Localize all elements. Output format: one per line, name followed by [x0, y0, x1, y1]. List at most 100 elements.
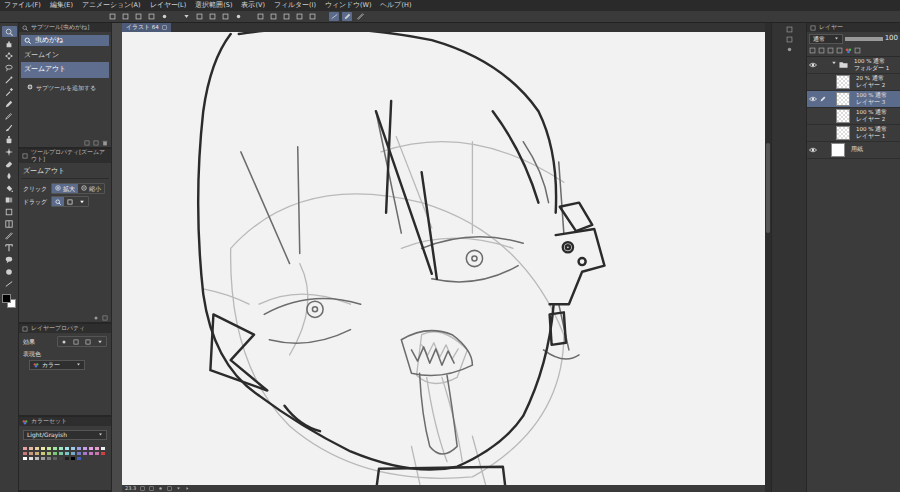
visibility-toggle[interactable]	[808, 128, 817, 137]
command-button[interactable]	[294, 12, 304, 21]
opacity-value[interactable]: 100	[885, 34, 898, 43]
tool-button[interactable]	[2, 26, 17, 37]
effect-button[interactable]	[70, 337, 82, 346]
color-swatch[interactable]	[76, 456, 82, 461]
layer-row[interactable]: 100 % 通常レイヤー 2	[807, 108, 900, 125]
color-set-select[interactable]: Light/Grayish	[23, 430, 107, 440]
layer-name: レイヤー 3	[856, 99, 887, 106]
effect-button[interactable]	[94, 337, 106, 346]
subtool-item[interactable]: ズームイン	[21, 49, 109, 62]
palette-icon	[33, 362, 39, 368]
command-button[interactable]	[133, 12, 143, 21]
effect-button[interactable]	[82, 337, 94, 346]
visibility-toggle[interactable]	[808, 94, 817, 103]
drag-option[interactable]	[76, 197, 88, 206]
tool-button[interactable]	[2, 86, 17, 97]
tool-button[interactable]	[2, 278, 17, 289]
layer-thumbnail	[836, 109, 850, 123]
add-subtool-button[interactable]: サブツールを追加する	[21, 78, 109, 98]
effect-label: 効果	[23, 338, 47, 346]
command-button[interactable]	[159, 12, 169, 21]
tool-button[interactable]	[2, 38, 17, 49]
dropdown-arrow-icon	[76, 362, 81, 367]
tool-button[interactable]	[2, 266, 17, 277]
menu-item[interactable]: ファイル(F)	[4, 1, 41, 9]
command-button[interactable]	[194, 12, 204, 21]
command-button[interactable]	[207, 12, 217, 21]
click-option[interactable]: 縮小	[78, 184, 104, 194]
command-button[interactable]	[268, 12, 278, 21]
command-button[interactable]	[281, 12, 291, 21]
menu-item[interactable]: 選択範囲(S)	[195, 1, 232, 9]
blend-mode-select[interactable]: 通常	[809, 34, 843, 44]
tool-button[interactable]	[2, 182, 17, 193]
command-button[interactable]	[355, 12, 365, 21]
command-button[interactable]	[146, 12, 156, 21]
tool-button[interactable]	[2, 74, 17, 85]
visibility-toggle[interactable]	[808, 77, 817, 86]
menu-bar: ファイル(F) 編集(E) アニメーション(A) レイヤー(L) 選択範囲(S) 表示(V…	[0, 0, 900, 11]
command-button[interactable]	[255, 12, 265, 21]
subtool-item[interactable]: ズームアウト	[21, 62, 109, 78]
command-button[interactable]	[329, 12, 339, 21]
tool-button[interactable]	[2, 134, 17, 145]
layer-row[interactable]: 100 % 通常レイヤー 1	[807, 125, 900, 142]
subtool-group[interactable]: 虫めがね	[21, 35, 109, 46]
tool-button[interactable]	[2, 98, 17, 109]
command-button[interactable]	[342, 12, 352, 21]
layer-row[interactable]: 100 % 通常フォルダー 1	[807, 57, 900, 74]
tool-button[interactable]	[2, 146, 17, 157]
opacity-slider[interactable]	[845, 37, 883, 41]
tool-button[interactable]	[2, 206, 17, 217]
menu-item[interactable]: フィルター(I)	[274, 1, 316, 9]
tool-button[interactable]	[2, 218, 17, 229]
main-color[interactable]	[2, 294, 11, 303]
menu-item[interactable]: レイヤー(L)	[150, 1, 187, 9]
layer-row[interactable]: 用紙	[807, 142, 900, 159]
layer-row[interactable]: 20 % 通常レイヤー 2	[807, 74, 900, 91]
menu-item[interactable]: ヘルプ(H)	[380, 1, 411, 9]
click-option[interactable]: 拡大	[52, 184, 78, 194]
layer-row[interactable]: 100 % 通常レイヤー 3	[807, 91, 900, 108]
command-button[interactable]	[120, 12, 130, 21]
drag-option[interactable]	[52, 197, 64, 206]
tool-button[interactable]	[2, 242, 17, 253]
click-mode: 拡大縮小	[51, 183, 105, 195]
plus-icon	[27, 84, 33, 90]
tool-button[interactable]	[2, 62, 17, 73]
tool-button[interactable]	[2, 230, 17, 241]
visibility-toggle[interactable]	[808, 111, 817, 120]
tool-button[interactable]	[2, 50, 17, 61]
tool-button[interactable]	[2, 170, 17, 181]
effect-button[interactable]	[58, 337, 70, 346]
square-icon	[809, 47, 816, 54]
menu-item[interactable]: 編集(E)	[50, 1, 73, 9]
visibility-toggle[interactable]	[808, 60, 817, 69]
command-button[interactable]	[307, 12, 317, 21]
visibility-toggle[interactable]	[808, 145, 817, 154]
menu-item[interactable]: ウィンドウ(W)	[325, 1, 372, 9]
drawing-canvas[interactable]	[122, 32, 765, 485]
tool-button[interactable]	[2, 122, 17, 133]
menu-item[interactable]: アニメーション(A)	[82, 1, 141, 9]
scroll-thumb[interactable]	[766, 143, 770, 233]
layer-info: 100 % 通常	[856, 109, 887, 116]
expression-color-value: カラー	[42, 361, 73, 369]
drag-option[interactable]	[64, 197, 76, 206]
command-button[interactable]	[220, 12, 230, 21]
color-swatch[interactable]	[100, 451, 106, 456]
expand-toggle[interactable]	[831, 60, 837, 69]
tool-button[interactable]	[2, 110, 17, 121]
zoom-value[interactable]: 23.3	[125, 485, 136, 491]
expression-color-select[interactable]: カラー	[29, 360, 85, 370]
tool-button[interactable]	[2, 194, 17, 205]
square-icon	[167, 486, 172, 491]
menu-item[interactable]: 表示(V)	[241, 1, 265, 9]
tool-button[interactable]	[2, 158, 17, 169]
command-button[interactable]	[107, 12, 117, 21]
document-tab[interactable]: イラスト 64	[122, 23, 171, 32]
command-button[interactable]	[181, 12, 191, 21]
command-button[interactable]	[233, 12, 243, 21]
color-indicator[interactable]	[2, 294, 17, 308]
tool-button[interactable]	[2, 254, 17, 265]
